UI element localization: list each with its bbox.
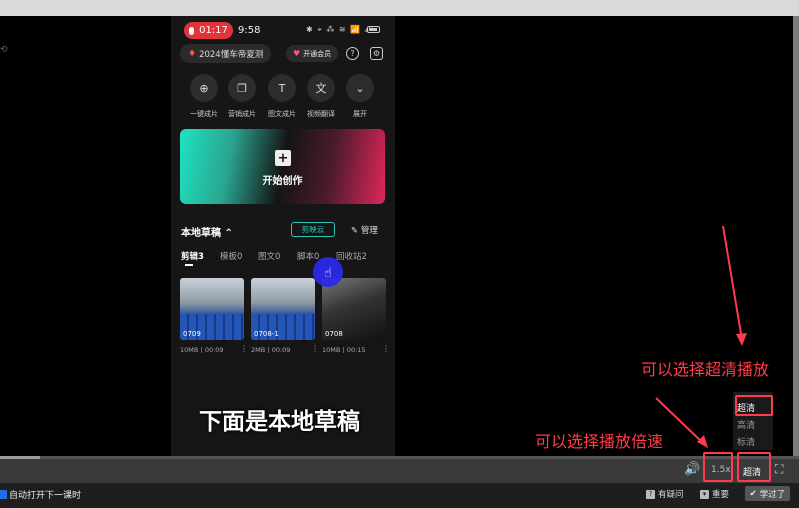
question-button[interactable]: ? 有疑问	[646, 488, 684, 500]
tool-row: ⊕ 一键成片 ❐ 营销成片 T 图文成片 文视频翻译 ⌄ 展开	[184, 74, 389, 120]
highlight-speed	[703, 452, 733, 482]
quality-option-hd[interactable]: 高清	[737, 418, 755, 431]
tab-script: 脚本0	[297, 252, 320, 262]
left-edge-glyph: ⟲	[0, 45, 8, 55]
volume-icon[interactable]: 🔊	[684, 462, 700, 477]
status-bar: 01:17 9:58 ✱ ⌖ ⁂ ≋ 📶 ₄ᴳ	[171, 20, 395, 40]
copy-icon: ❐	[228, 74, 256, 102]
draft-meta: 2MB丨00:09	[251, 346, 291, 354]
settings-icon: ⚙	[370, 47, 383, 60]
right-edge	[793, 16, 799, 456]
draft-thumb: 0708	[322, 278, 386, 340]
event-tag: ♦ 2024懂车帝夏测	[180, 44, 272, 63]
check-icon: ✔	[749, 488, 757, 499]
more-icon: ⋮	[240, 344, 248, 353]
video-subtitle: 下面是本地草稿	[199, 409, 360, 435]
draft-thumb: 0709	[180, 278, 244, 340]
checkbox-icon[interactable]	[0, 490, 7, 499]
pointer-hand-icon: ☝	[324, 266, 332, 281]
help-icon: ?	[346, 47, 359, 60]
tab-edit: 剪辑3	[181, 252, 204, 262]
tool-image-text: T 图文成片	[262, 74, 302, 119]
tab-template: 模板0	[220, 252, 243, 262]
vip-button: ♥ 开通会员	[286, 45, 339, 62]
progress-fill	[0, 456, 40, 459]
manage-button: ✎ 管理	[351, 226, 378, 236]
phone-screen: 01:17 9:58 ✱ ⌖ ⁂ ≋ 📶 ₄ᴳ ♦ 2024懂车帝夏测 ♥ 开通会员…	[171, 16, 395, 456]
translate-icon: 文	[307, 74, 335, 102]
speed-note: 可以选择播放倍速	[535, 432, 664, 451]
fullscreen-icon[interactable]: ⛶	[775, 462, 783, 477]
text-ai-icon: T	[268, 74, 296, 102]
drafts-title: 本地草稿 ⌃	[181, 228, 233, 239]
status-icons: ✱ ⌖ ⁂ ≋ 📶 ₄ᴳ	[306, 25, 374, 34]
draft-list: 0709 10MB丨00:09 ⋮ 0708-1 2MB丨00:09 ⋮ 070…	[180, 278, 395, 356]
window-top-strip	[0, 0, 799, 16]
video-area[interactable]	[0, 16, 799, 456]
mic-icon	[189, 26, 195, 35]
learned-button[interactable]: ✔ 学过了	[745, 486, 790, 501]
create-label: 开始创作	[262, 176, 303, 187]
cloud-button: 剪映云	[291, 222, 335, 237]
important-button[interactable]: ▾ 重要	[700, 488, 729, 500]
touch-cursor: ☝	[313, 257, 343, 287]
fire-icon: ♦	[188, 48, 197, 59]
chevron-down-icon: ⌄	[346, 74, 374, 102]
tab-trash: 回收站2	[336, 252, 367, 262]
draft-thumb: 0708-1	[251, 278, 315, 340]
course-player: ⟲ 01:17 9:58 ✱ ⌖ ⁂ ≋ 📶 ₄ᴳ ♦ 2024懂车帝夏测 ♥ 开通…	[0, 0, 799, 508]
more-icon: ⋮	[311, 344, 319, 353]
draft-meta: 10MB丨00:09	[180, 346, 224, 354]
bookmark-icon: ▾	[700, 489, 709, 499]
plus-icon: +	[275, 150, 291, 166]
progress-bar[interactable]	[0, 456, 799, 459]
draft-meta: 10MB丨00:15	[322, 346, 366, 354]
quality-option-sd[interactable]: 标清	[737, 435, 755, 448]
film-icon: ⊕	[190, 74, 218, 102]
tool-marketing: ❐ 营销成片	[222, 74, 262, 119]
tool-expand: ⌄ 展开	[340, 74, 380, 119]
question-icon: ?	[646, 489, 655, 499]
diamond-icon: ♥	[293, 49, 301, 58]
control-bar	[0, 456, 799, 483]
highlight-quality-option	[735, 395, 773, 416]
draft-tabs: 剪辑3 模板0 图文0 脚本0 回收站2	[181, 250, 391, 266]
tool-translate: 文视频翻译	[301, 74, 341, 119]
more-icon: ⋮	[382, 344, 390, 353]
start-create-banner: + 开始创作	[180, 129, 385, 204]
quality-note: 可以选择超清播放	[641, 360, 770, 379]
tab-underline	[185, 264, 193, 266]
clock: 9:58	[238, 25, 261, 36]
record-pill: 01:17	[184, 22, 233, 39]
battery-icon	[367, 26, 380, 33]
autoplay-toggle[interactable]: 自动打开下一课时	[0, 488, 81, 501]
tab-image-text: 图文0	[258, 252, 281, 262]
tool-one-click: ⊕ 一键成片	[184, 74, 224, 119]
highlight-quality	[737, 452, 771, 482]
